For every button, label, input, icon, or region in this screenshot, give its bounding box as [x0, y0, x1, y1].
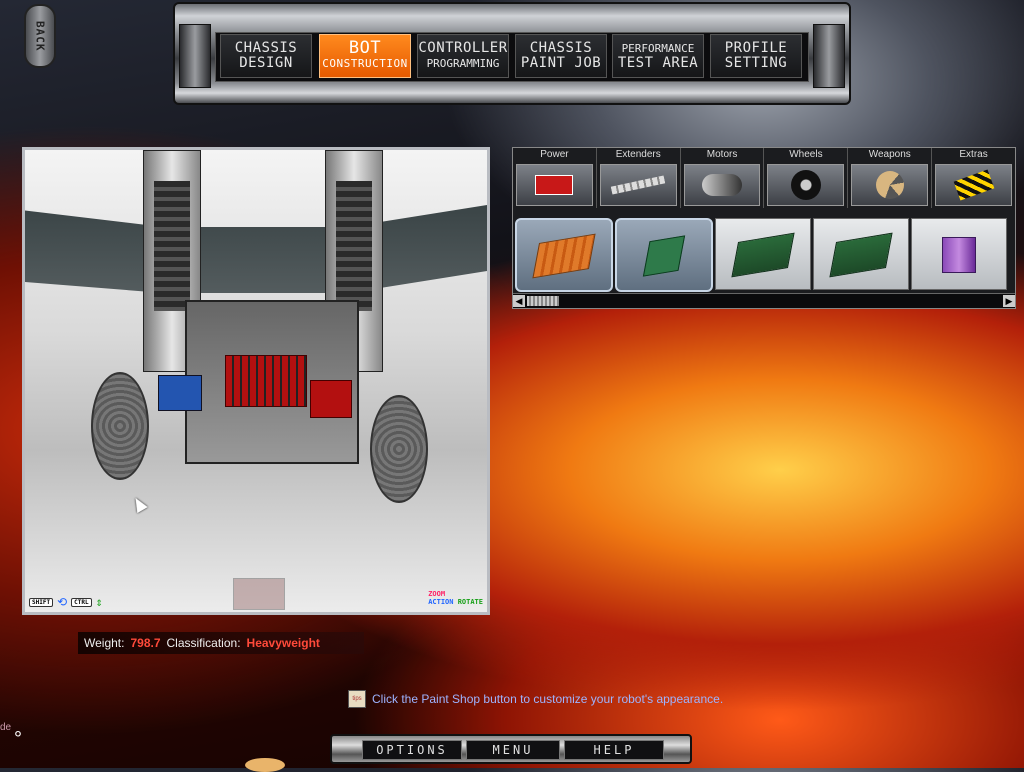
category-label: Power	[540, 149, 569, 160]
top-navigation-bar: CHASSIS DESIGN BOT CONSTRUCTION CONTROLL…	[173, 2, 851, 105]
tab-label-line2: SETTING	[724, 55, 788, 71]
category-label: Extras	[959, 149, 988, 160]
category-wheels[interactable]: Wheels	[764, 148, 849, 208]
tab-label-line1: PERFORMANCE	[621, 42, 695, 55]
part-item-orange-controller[interactable]	[515, 218, 613, 292]
category-power[interactable]: Power	[513, 148, 597, 208]
red-motor-part	[310, 380, 352, 418]
saw-blade-icon	[851, 164, 929, 206]
tab-label-line1: BOT	[348, 38, 382, 58]
tab-label-line2: CONSTRUCTION	[322, 57, 408, 70]
scroll-left-arrow-icon[interactable]: ◀	[513, 295, 525, 307]
scrollbar-thumb[interactable]	[527, 296, 559, 306]
scroll-right-arrow-icon[interactable]: ▶	[1003, 295, 1015, 307]
weight-label: Weight:	[84, 636, 125, 650]
shift-key-label: SHIFT	[29, 597, 54, 607]
motor-icon	[683, 164, 761, 206]
part-item-circuit-board-2[interactable]	[813, 218, 909, 290]
back-button[interactable]: BACK	[24, 4, 56, 68]
wheel-icon	[767, 164, 845, 206]
zoom-label: ZOOM	[428, 590, 446, 598]
bottom-menu-bar: OPTIONS MENU HELP	[330, 734, 692, 764]
category-motors[interactable]: Motors	[681, 148, 765, 208]
category-label: Wheels	[789, 149, 823, 160]
battery-icon	[516, 164, 593, 206]
classification-label: Classification:	[166, 636, 241, 650]
tip-message: tips Click the Paint Shop button to cust…	[348, 690, 723, 708]
tip-text: Click the Paint Shop button to customize…	[372, 692, 724, 706]
preview-thumbnail	[233, 578, 285, 610]
category-label: Weapons	[868, 149, 911, 160]
options-label: OPTIONS	[376, 743, 448, 757]
parts-panel: Power Extenders Motors Wheels Weapons Ex…	[512, 147, 1016, 309]
camera-controls-hint: SHIFT ⟲ CTRL ⇕	[29, 595, 103, 609]
part-item-battery-pack[interactable]	[911, 218, 1007, 290]
tab-controller-programming[interactable]: CONTROLLER PROGRAMMING	[417, 34, 509, 78]
help-label: HELP	[593, 743, 635, 757]
purple-battery-pack-icon	[942, 237, 976, 273]
red-grid-part	[225, 355, 307, 407]
part-item-circuit-board-1[interactable]	[715, 218, 811, 290]
tab-label-line2: TEST AREA	[617, 55, 699, 71]
hazard-plate-icon	[935, 164, 1012, 206]
tab-performance-test-area[interactable]: PERFORMANCE TEST AREA	[612, 34, 704, 78]
ctrl-key-label: CTRL	[71, 597, 92, 607]
parts-scrollbar[interactable]: ◀ ▶	[513, 293, 1015, 308]
tab-label-line1: PROFILE	[724, 40, 788, 56]
orange-controller-board-icon	[532, 233, 596, 279]
part-item-green-receiver[interactable]	[615, 218, 713, 292]
tips-icon-text: tips	[352, 696, 362, 702]
category-label: Motors	[706, 149, 738, 160]
tab-label-line1: CHASSIS	[529, 40, 593, 56]
bot-stats-bar: Weight: 798.7 Classification: Heavyweigh…	[78, 632, 364, 654]
bottom-decoration	[245, 758, 285, 772]
left-wheel	[91, 372, 149, 480]
back-label: BACK	[33, 20, 47, 52]
green-receiver-board-icon	[642, 235, 686, 277]
parts-list	[513, 218, 1015, 292]
corner-logo-icon: de	[0, 722, 12, 733]
left-endcap	[179, 24, 211, 88]
options-button[interactable]: OPTIONS	[362, 740, 462, 760]
robot-model[interactable]	[85, 150, 445, 510]
action-label: ACTION	[428, 598, 454, 606]
updown-arrow-icon: ⇕	[95, 595, 103, 609]
tab-label-line2: PROGRAMMING	[426, 57, 500, 70]
weight-value: 798.7	[130, 636, 161, 650]
tab-chassis-paint-job[interactable]: CHASSIS PAINT JOB	[515, 34, 607, 78]
mouse-controls-hint: ZOOM ACTION ROTATE	[428, 590, 483, 606]
help-button[interactable]: HELP	[564, 740, 664, 760]
menu-button[interactable]: MENU	[466, 740, 560, 760]
classification-value: Heavyweight	[246, 636, 320, 650]
category-extenders[interactable]: Extenders	[597, 148, 681, 208]
tips-icon: tips	[348, 690, 366, 708]
menu-label: MENU	[492, 743, 534, 757]
rotate-label: ROTATE	[457, 598, 483, 606]
tab-label-line1: CHASSIS	[234, 40, 298, 56]
category-label: Extenders	[615, 149, 661, 160]
right-wheel	[370, 395, 428, 503]
category-weapons[interactable]: Weapons	[848, 148, 933, 208]
corner-ring-icon: °	[14, 728, 22, 750]
green-circuit-board-icon	[731, 232, 795, 278]
category-extras[interactable]: Extras	[932, 148, 1015, 208]
rotate-arrow-icon: ⟲	[57, 595, 68, 609]
tab-profile-setting[interactable]: PROFILE SETTING	[710, 34, 802, 78]
tab-label-line2: PAINT JOB	[520, 55, 602, 71]
right-endcap	[813, 24, 845, 88]
blue-battery-part	[158, 375, 202, 411]
tab-chassis-design[interactable]: CHASSIS DESIGN	[220, 34, 312, 78]
category-row: Power Extenders Motors Wheels Weapons Ex…	[513, 148, 1015, 208]
tab-bot-construction[interactable]: BOT CONSTRUCTION	[319, 34, 411, 78]
tab-label-line1: CONTROLLER	[418, 40, 508, 56]
extender-bar-icon	[599, 164, 677, 206]
robot-3d-viewport[interactable]: SHIFT ⟲ CTRL ⇕ ZOOM ACTION ROTATE	[22, 147, 490, 615]
tab-label-line2: DESIGN	[239, 55, 293, 71]
green-circuit-board-icon	[829, 232, 893, 278]
